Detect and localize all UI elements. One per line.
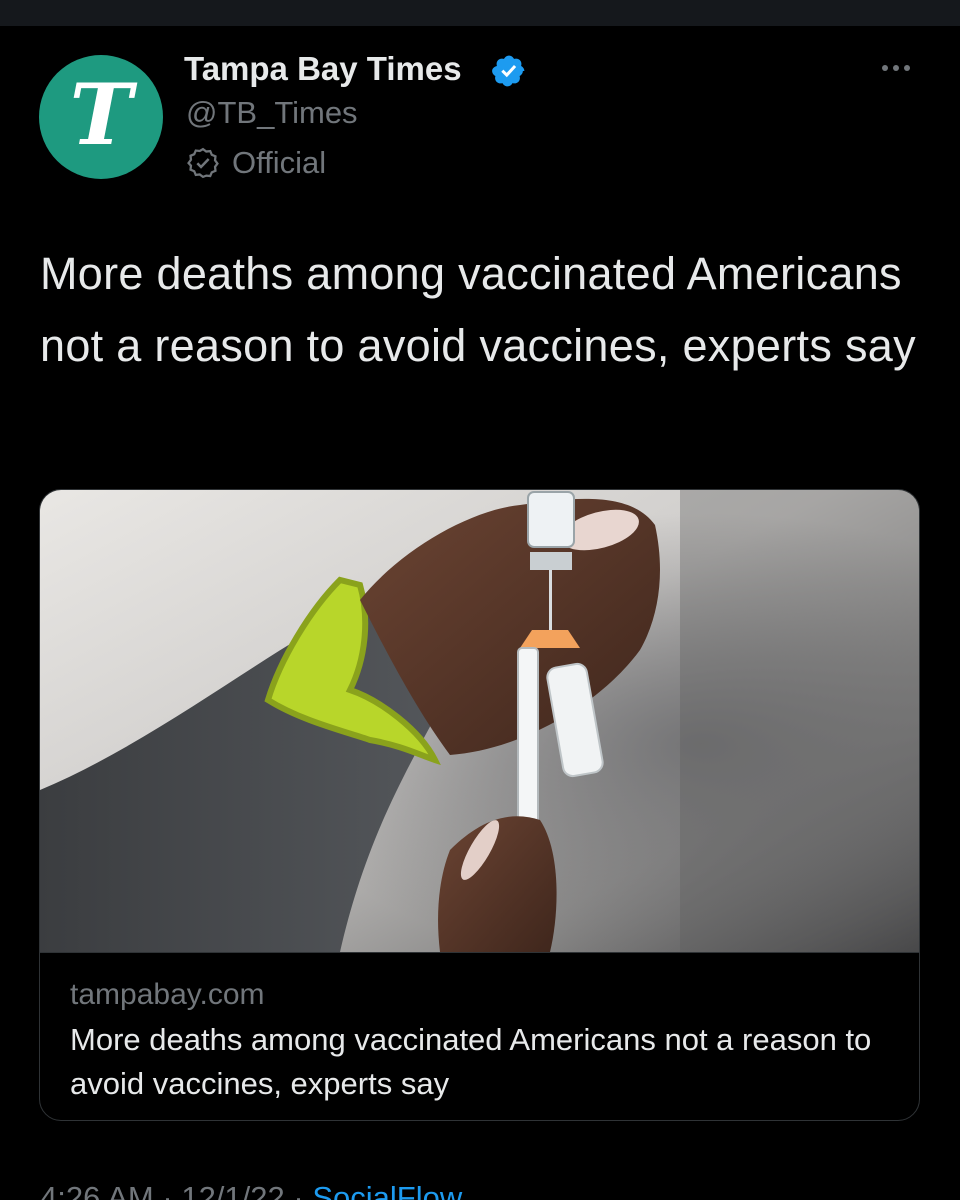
meta-separator: · [162, 1180, 173, 1200]
verified-badge-icon [492, 55, 525, 87]
affiliation-row: Official [186, 145, 326, 181]
top-status-strip [0, 0, 960, 26]
more-options-icon[interactable] [868, 52, 924, 84]
card-photo-vaccine-syringe [40, 490, 919, 952]
tweet-time[interactable]: 4:26 AM [40, 1180, 154, 1200]
author-name[interactable]: Tampa Bay Times [184, 50, 462, 88]
tweet-meta: 4:26 AM · 12/1/22 · SocialFlow [40, 1180, 462, 1200]
tweet-date[interactable]: 12/1/22 [181, 1180, 284, 1200]
affiliation-label: Official [232, 145, 327, 180]
link-preview-card[interactable]: tampabay.com More deaths among vaccinate… [39, 489, 920, 1121]
avatar-logo-letter: T [69, 65, 133, 164]
card-domain: tampabay.com [70, 978, 265, 1011]
card-title: More deaths among vaccinated Americans n… [70, 1022, 872, 1101]
official-badge-icon [187, 147, 219, 179]
more-dot [904, 65, 910, 71]
meta-separator: · [293, 1180, 304, 1200]
tweet-source-link[interactable]: SocialFlow [312, 1180, 462, 1200]
author-handle[interactable]: @TB_Times [186, 95, 358, 131]
more-dot [882, 65, 888, 71]
author-avatar[interactable]: T [39, 55, 163, 179]
more-dot [893, 65, 899, 71]
tweet-text: More deaths among vaccinated Americans n… [40, 248, 916, 371]
card-divider [40, 952, 919, 953]
